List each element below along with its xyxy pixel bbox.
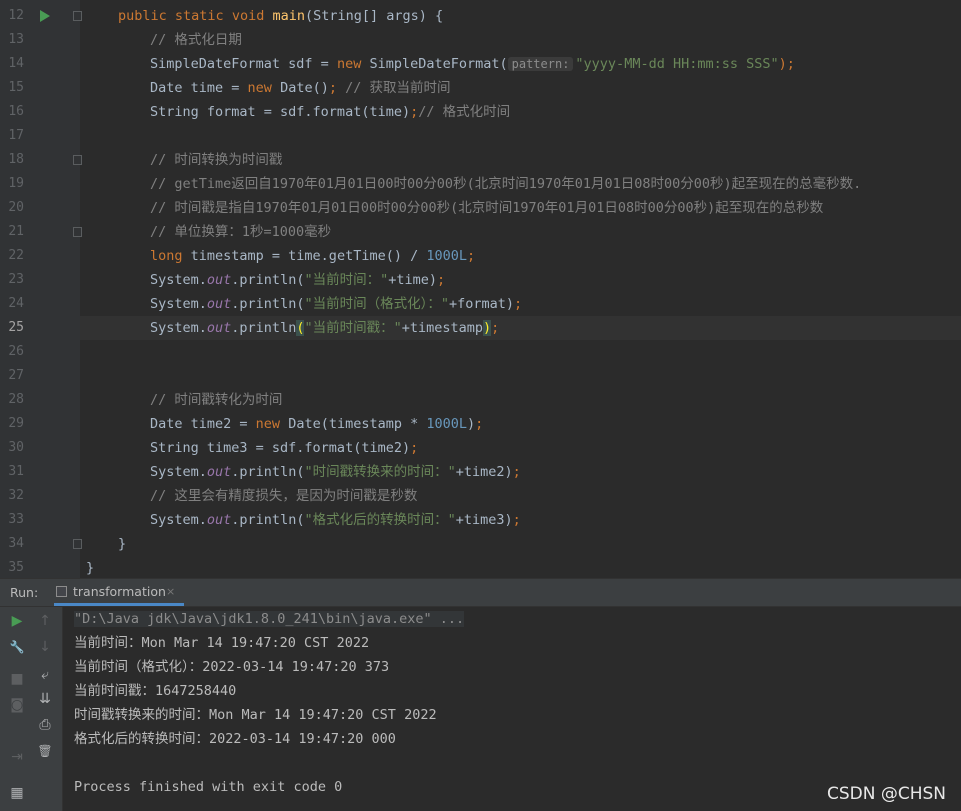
console-line: 格式化后的转换时间：2022-03-14 19:47:20 000: [74, 731, 396, 747]
code-line: long timestamp = time.getTime() / 1000L;: [150, 248, 476, 264]
code-line: Date time2 = new Date(timestamp * 1000L)…: [150, 416, 484, 432]
code-line: Date time = new Date(); // 获取当前时间: [150, 80, 451, 96]
soft-wrap-icon[interactable]: ⤶: [35, 665, 55, 685]
line-number: 18: [8, 152, 24, 167]
code-line: // 时间戳转化为时间: [150, 392, 283, 408]
matched-paren: ): [483, 320, 492, 336]
line-number: 28: [8, 392, 24, 407]
line-number: 24: [8, 296, 24, 311]
code-line: System.out.println("格式化后的转换时间："+time3);: [150, 512, 521, 528]
java-command[interactable]: "D:\Java jdk\Java\jdk1.8.0_241\bin\java.…: [74, 611, 465, 627]
code-line: }: [86, 560, 95, 576]
gutter-line-12: 12: [0, 4, 82, 28]
code-line: public static void main(String[] args) {: [118, 8, 444, 24]
code-line: System.out.println("当前时间（格式化）："+format);: [150, 296, 523, 312]
console-line: Process finished with exit code 0: [74, 779, 343, 795]
line-number: 22: [8, 248, 24, 263]
console-line: 当前时间戳：1647258440: [74, 683, 237, 699]
code-line: // getTime返回自1970年01月01日00时00分00秒(北京时间19…: [150, 176, 862, 192]
line-number: 20: [8, 200, 24, 215]
code-line-current: System.out.println("当前时间戳："+timestamp);: [80, 316, 961, 340]
line-number: 32: [8, 488, 24, 503]
code-line: // 这里会有精度损失，是因为时间戳是秒数: [150, 488, 418, 504]
run-panel: Run: transformation × ▶ ↑ 🔧 ↓ ■ ⤶ ◙ ⇊ ⇥ …: [0, 578, 961, 811]
code-line: String time3 = sdf.format(time2);: [150, 440, 419, 456]
line-number: 31: [8, 464, 24, 479]
console-line: 当前时间：Mon Mar 14 19:47:20 CST 2022: [74, 635, 370, 651]
line-number: 17: [8, 128, 24, 143]
line-number: 19: [8, 176, 24, 191]
line-number: 30: [8, 440, 24, 455]
line-number: 15: [8, 80, 24, 95]
code-line: SimpleDateFormat sdf = new SimpleDateFor…: [150, 56, 795, 72]
console-line: 当前时间（格式化）：2022-03-14 19:47:20 373: [74, 659, 390, 675]
wrench-icon[interactable]: 🔧: [7, 637, 27, 657]
line-number: 26: [8, 344, 24, 359]
rerun-icon[interactable]: ▶: [7, 611, 27, 631]
run-tab-label: transformation: [73, 584, 166, 599]
run-toolbar: ▶ ↑ 🔧 ↓ ■ ⤶ ◙ ⇊ ⇥ ⎙ 🗑 ▦: [0, 607, 63, 811]
line-number: 12: [8, 8, 24, 23]
close-icon[interactable]: ×: [166, 579, 175, 605]
line-number: 34: [8, 536, 24, 551]
up-arrow-icon[interactable]: ↑: [35, 611, 55, 631]
line-number: 13: [8, 32, 24, 47]
code-line: String format = sdf.format(time);// 格式化时…: [150, 104, 511, 120]
run-label: Run:: [10, 585, 39, 600]
console-line: 时间戳转换来的时间：Mon Mar 14 19:47:20 CST 2022: [74, 707, 437, 723]
print-icon[interactable]: ⎙: [35, 715, 55, 735]
stop-icon[interactable]: ■: [7, 669, 27, 689]
code-line: // 时间戳是指自1970年01月01日00时00分00秒(北京时间1970年0…: [150, 200, 824, 216]
code-line: }: [118, 536, 127, 552]
code-line: // 单位换算：1秒=1000毫秒: [150, 224, 332, 240]
run-gutter-icon[interactable]: [40, 10, 50, 22]
scroll-to-end-icon[interactable]: ⇊: [35, 689, 55, 709]
console-output[interactable]: "D:\Java jdk\Java\jdk1.8.0_241\bin\java.…: [63, 607, 961, 811]
code-line: System.out.println("时间戳转换来的时间："+time2);: [150, 464, 521, 480]
down-arrow-icon[interactable]: ↓: [35, 637, 55, 657]
code-line: // 格式化日期: [150, 32, 242, 48]
parameter-hint: pattern:: [507, 57, 574, 71]
watermark: CSDN @CHSN: [826, 784, 946, 804]
line-number: 35: [8, 560, 24, 575]
layout-icon[interactable]: ▦: [7, 783, 27, 803]
console-line: "D:\Java jdk\Java\jdk1.8.0_241\bin\java.…: [74, 607, 465, 631]
line-number: 29: [8, 416, 24, 431]
line-number: 27: [8, 368, 24, 383]
exit-icon[interactable]: ⇥: [7, 747, 27, 767]
run-panel-header: Run: transformation ×: [0, 579, 961, 607]
line-number: 21: [8, 224, 24, 239]
code-area[interactable]: public static void main(String[] args) {…: [80, 0, 961, 578]
run-tab-transformation[interactable]: transformation ×: [54, 579, 184, 606]
code-line: // 时间转换为时间戳: [150, 152, 283, 168]
line-number: 14: [8, 56, 24, 71]
line-number: 23: [8, 272, 24, 287]
line-number: 33: [8, 512, 24, 527]
camera-icon[interactable]: ◙: [7, 695, 27, 715]
editor-gutter: 12 13 14 15 16 17 18 19 20 21 22 23 24 2…: [0, 0, 104, 578]
code-line: System.out.println("当前时间："+time);: [150, 272, 446, 288]
line-number: 16: [8, 104, 24, 119]
code-editor[interactable]: 12 13 14 15 16 17 18 19 20 21 22 23 24 2…: [0, 0, 961, 578]
console-tab-icon: [56, 586, 67, 597]
line-number-current: 25: [8, 320, 24, 335]
trash-icon[interactable]: 🗑: [35, 741, 55, 761]
